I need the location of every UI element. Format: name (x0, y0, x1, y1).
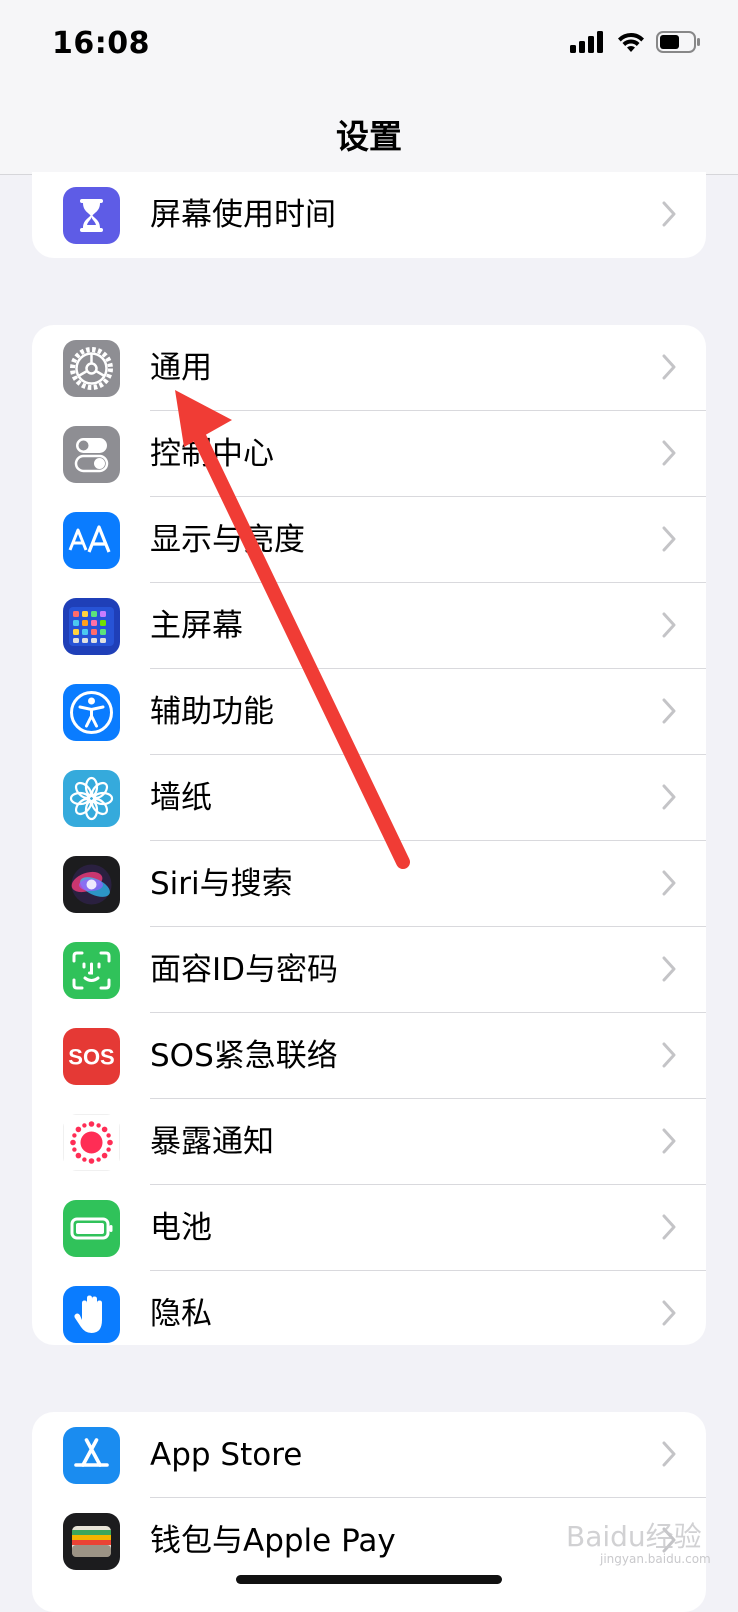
wallet-icon (63, 1513, 120, 1570)
settings-row-label: 暴露通知 (150, 1124, 274, 1160)
settings-row-label: 屏幕使用时间 (150, 197, 336, 233)
settings-row-label: App Store (150, 1437, 303, 1473)
sos-icon: SOS (63, 1028, 120, 1085)
settings-row-accessibility[interactable]: 辅助功能 (32, 669, 706, 755)
hourglass-icon (63, 187, 120, 244)
settings-row-app-store[interactable]: App Store (32, 1412, 706, 1498)
settings-row-privacy[interactable]: 隐私 (32, 1271, 706, 1345)
settings-row-face-id[interactable]: 面容ID与密码 (32, 927, 706, 1013)
settings-row-control-center[interactable]: 控制中心 (32, 411, 706, 497)
settings-row-screen-time[interactable]: 屏幕使用时间 (32, 172, 706, 258)
chevron-right-icon (662, 1128, 676, 1154)
home-grid-icon (63, 598, 120, 655)
settings-row-label: 隐私 (150, 1296, 212, 1332)
svg-text:SOS: SOS (68, 1045, 114, 1070)
settings-row-label: Siri与搜索 (150, 866, 293, 902)
settings-row-general[interactable]: 通用 (32, 325, 706, 411)
chevron-right-icon (662, 956, 676, 982)
settings-row-wallpaper[interactable]: 墙纸 (32, 755, 706, 841)
watermark-logo: Baidu经验 (566, 1520, 702, 1553)
settings-row-exposure[interactable]: 暴露通知 (32, 1099, 706, 1185)
toggles-icon (63, 426, 120, 483)
watermark-url: jingyan.baidu.com (600, 1552, 711, 1566)
settings-row-label: 主屏幕 (150, 608, 243, 644)
settings-row-label: 显示与亮度 (150, 522, 305, 558)
settings-row-label: 面容ID与密码 (150, 952, 339, 988)
settings-row-home-screen[interactable]: 主屏幕 (32, 583, 706, 669)
chevron-right-icon (662, 1042, 676, 1068)
settings-row-siri[interactable]: Siri与搜索 (32, 841, 706, 927)
exposure-icon (63, 1114, 120, 1171)
face-id-icon (63, 942, 120, 999)
accessibility-icon (63, 684, 120, 741)
chevron-right-icon (662, 201, 676, 227)
chevron-right-icon (662, 1441, 676, 1467)
settings-row-label: 辅助功能 (150, 694, 274, 730)
settings-row-label: 通用 (150, 350, 212, 386)
status-icons (570, 30, 702, 54)
settings-row-battery[interactable]: 电池 (32, 1185, 706, 1271)
settings-row-emergency-sos[interactable]: SOS SOS紧急联络 (32, 1013, 706, 1099)
status-bar: 16:08 (0, 0, 738, 90)
chevron-right-icon (662, 870, 676, 896)
siri-icon (63, 856, 120, 913)
battery-status-icon (656, 31, 700, 53)
wifi-icon (618, 32, 644, 52)
chevron-right-icon (662, 784, 676, 810)
chevron-right-icon (662, 1214, 676, 1240)
settings-row-display[interactable]: 显示与亮度 (32, 497, 706, 583)
settings-group-general: 通用 控制中心 显示与亮度 主屏幕 辅助功能 墙纸 Siri与搜索 面容ID与密… (32, 325, 706, 1345)
home-indicator[interactable] (236, 1575, 502, 1584)
status-time: 16:08 (52, 26, 150, 61)
chevron-right-icon (662, 1300, 676, 1326)
settings-row-label: 控制中心 (150, 436, 274, 472)
chevron-right-icon (662, 526, 676, 552)
cellular-signal-icon (570, 31, 603, 53)
settings-row-label: 墙纸 (150, 780, 212, 816)
settings-row-label: SOS紧急联络 (150, 1038, 338, 1074)
hand-icon (63, 1286, 120, 1343)
chevron-right-icon (662, 612, 676, 638)
settings-row-label: 钱包与Apple Pay (150, 1523, 396, 1559)
flower-icon (63, 770, 120, 827)
settings-row-label: 电池 (150, 1210, 212, 1246)
gear-icon (63, 340, 120, 397)
page-title: 设置 (336, 117, 402, 156)
text-size-icon (63, 512, 120, 569)
settings-group-screen-time: 屏幕使用时间 (32, 172, 706, 258)
chevron-right-icon (662, 440, 676, 466)
battery-icon (63, 1200, 120, 1257)
chevron-right-icon (662, 354, 676, 380)
app-store-icon (63, 1427, 120, 1484)
chevron-right-icon (662, 698, 676, 724)
nav-bar: 设置 (0, 90, 738, 175)
